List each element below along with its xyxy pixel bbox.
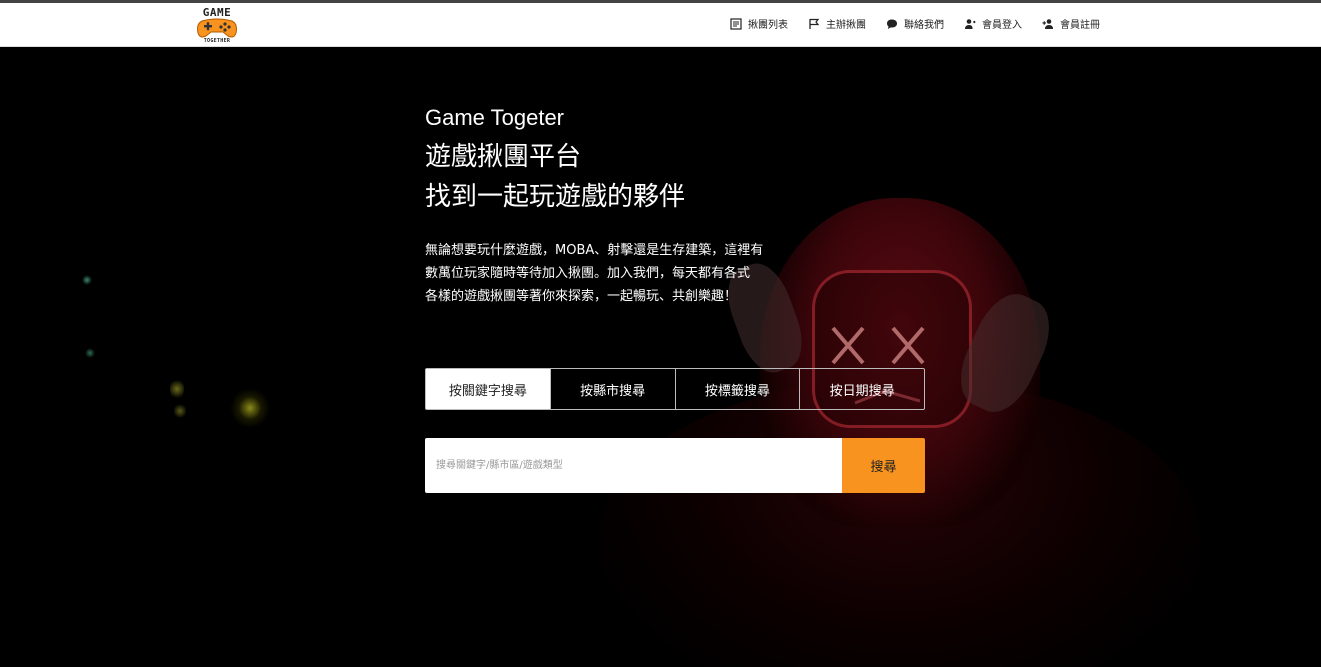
bokeh-light [82, 275, 92, 285]
nav-label: 會員註冊 [1060, 20, 1100, 31]
nav-item-login[interactable]: 會員登入 [964, 16, 1022, 31]
nav-item-group-list[interactable]: 揪團列表 [730, 16, 788, 31]
hero-description: 無論想要玩什麼遊戲，MOBA、射擊還是生存建築，這裡有 數萬位玩家隨時等待加入揪… [425, 239, 805, 308]
bokeh-light [85, 348, 95, 358]
user-add-icon [1042, 18, 1053, 29]
nav-item-register[interactable]: 會員註冊 [1042, 16, 1100, 31]
bokeh-light [170, 378, 184, 400]
nav-label: 主辦揪團 [826, 20, 866, 31]
tab-tag-search[interactable]: 按標籤搜尋 [674, 369, 800, 409]
hero-tagline-line1: 遊戲揪團平台 [425, 142, 582, 172]
search-mode-tabs: 按關鍵字搜尋 按縣市搜尋 按標籤搜尋 按日期搜尋 [425, 368, 925, 410]
nav-label: 會員登入 [982, 20, 1022, 31]
hero-content: Game Togeter 遊戲揪團平台 找到一起玩遊戲的夥伴 無論想要玩什麼遊戲… [425, 105, 925, 308]
logo-text-bottom: TOGETHER [203, 38, 231, 44]
gamepad-icon [197, 18, 237, 38]
tab-date-search[interactable]: 按日期搜尋 [799, 369, 924, 409]
site-logo[interactable]: GAME TOGETHER [194, 5, 240, 47]
hero-tagline-line2: 找到一起玩遊戲的夥伴 [425, 182, 686, 212]
nav-label: 揪團列表 [748, 20, 788, 31]
list-icon [730, 17, 742, 30]
bokeh-light [174, 403, 186, 419]
hero-description-line: 無論想要玩什麼遊戲，MOBA、射擊還是生存建築，這裡有 [425, 243, 764, 258]
hero-description-line: 各樣的遊戲揪團等著你來探索，一起暢玩、共創樂趣！ [425, 289, 738, 304]
navbar: GAME TOGETHER 揪團列表 主辦揪團 聯絡我們 會員登入 會員註冊 [0, 3, 1321, 47]
nav-item-host-group[interactable]: 主辦揪團 [808, 16, 866, 31]
chat-bubble-icon [887, 19, 897, 29]
bokeh-light [230, 388, 270, 428]
nav-item-contact[interactable]: 聯絡我們 [886, 16, 944, 31]
hero-description-line: 數萬位玩家隨時等待加入揪團。加入我們，每天都有各式 [425, 266, 751, 281]
user-login-icon [965, 18, 976, 29]
nav-label: 聯絡我們 [904, 20, 944, 31]
tab-keyword-search[interactable]: 按關鍵字搜尋 [426, 369, 550, 409]
search-button[interactable]: 搜尋 [842, 438, 925, 493]
search-bar: 搜尋 [425, 438, 925, 493]
tab-city-search[interactable]: 按縣市搜尋 [549, 369, 675, 409]
search-input[interactable] [425, 438, 842, 493]
main-nav: 揪團列表 主辦揪團 聯絡我們 會員登入 會員註冊 [730, 16, 1100, 31]
brand-title: Game Togeter [425, 105, 565, 130]
flag-icon [809, 18, 820, 29]
